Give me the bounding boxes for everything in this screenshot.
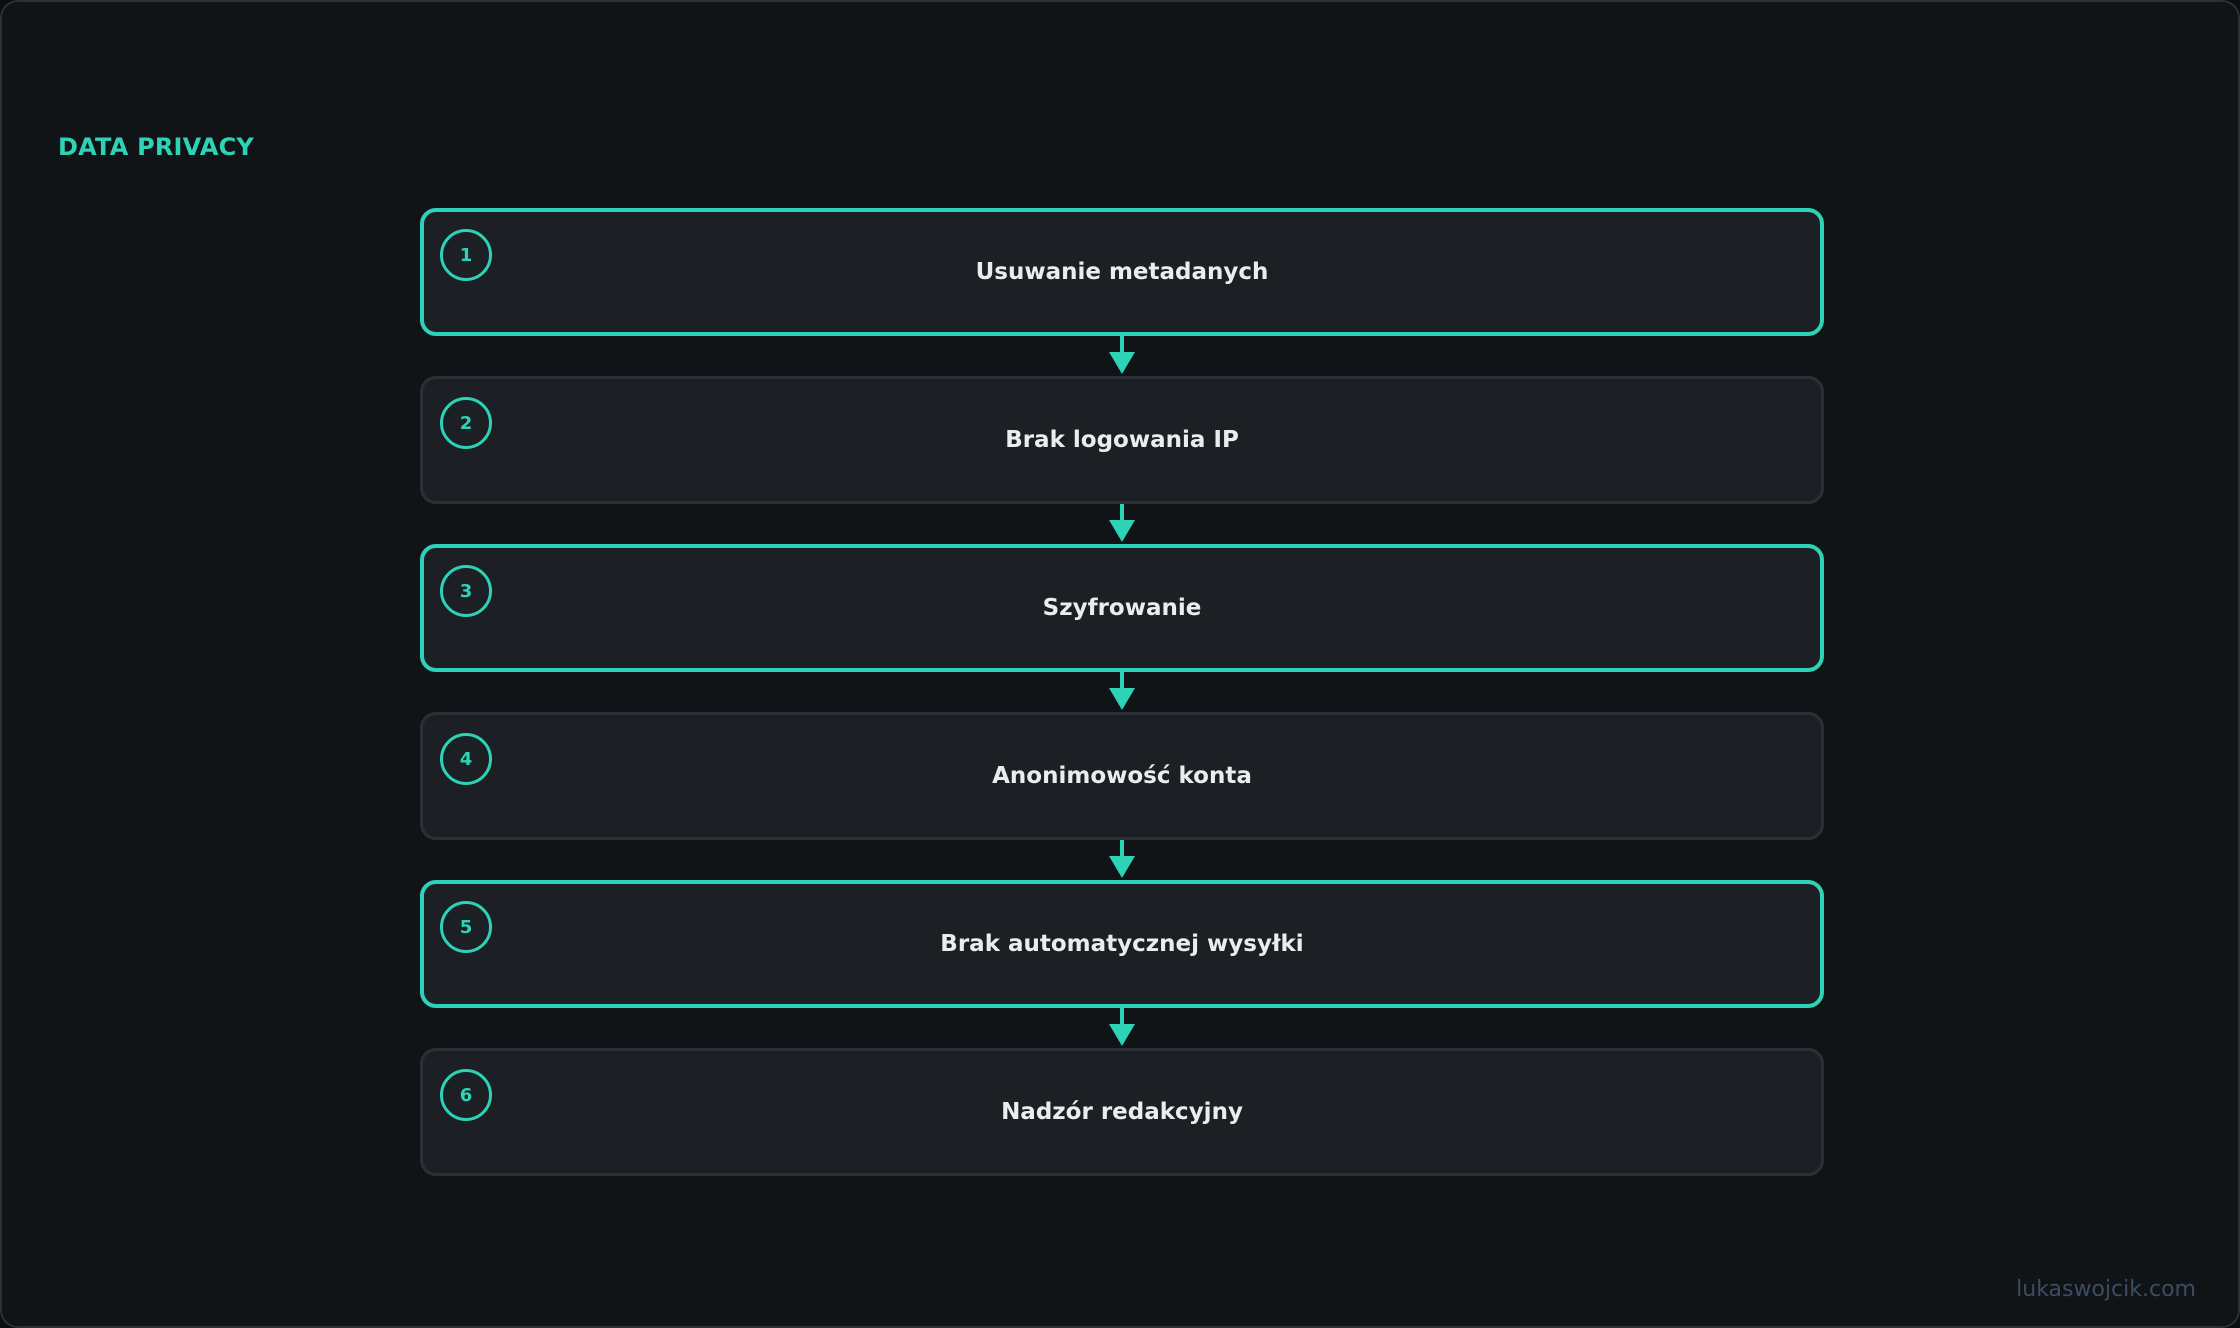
privacy-steps: 1 Usuwanie metadanych 2 Brak logowania I… xyxy=(420,208,1824,1176)
arrow-down-icon xyxy=(1109,672,1135,710)
step-label: Usuwanie metadanych xyxy=(975,259,1269,285)
arrow-down-icon xyxy=(1109,336,1135,374)
arrow-down-icon xyxy=(1109,840,1135,878)
arrow-down-icon xyxy=(1109,504,1135,542)
step-3: 3 Szyfrowanie xyxy=(420,544,1824,672)
step-label: Anonimowość konta xyxy=(992,763,1252,789)
connector-arrow xyxy=(420,840,1824,880)
step-6: 6 Nadzór redakcyjny xyxy=(420,1048,1824,1176)
watermark: lukaswojcik.com xyxy=(2016,1277,2196,1302)
connector-arrow xyxy=(420,672,1824,712)
step-label: Nadzór redakcyjny xyxy=(1001,1099,1243,1125)
connector-arrow xyxy=(420,504,1824,544)
step-label: Brak automatycznej wysyłki xyxy=(940,931,1304,957)
connector-arrow xyxy=(420,1008,1824,1048)
step-2: 2 Brak logowania IP xyxy=(420,376,1824,504)
step-1: 1 Usuwanie metadanych xyxy=(420,208,1824,336)
step-4: 4 Anonimowość konta xyxy=(420,712,1824,840)
step-label: Szyfrowanie xyxy=(1042,595,1202,621)
section-title: DATA PRIVACY xyxy=(58,133,254,161)
step-5: 5 Brak automatycznej wysyłki xyxy=(420,880,1824,1008)
diagram-frame: DATA PRIVACY 1 Usuwanie metadanych 2 Bra… xyxy=(0,0,2240,1328)
connector-arrow xyxy=(420,336,1824,376)
step-label: Brak logowania IP xyxy=(1005,427,1239,453)
arrow-down-icon xyxy=(1109,1008,1135,1046)
